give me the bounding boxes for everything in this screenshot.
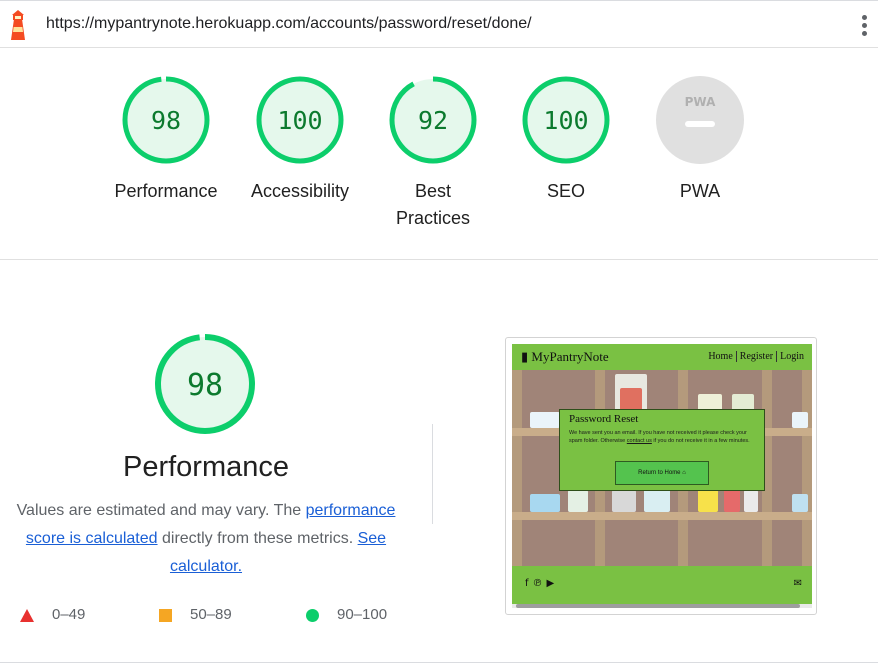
gauge-seo[interactable]: 100 SEO xyxy=(501,75,631,205)
legend-pass: 90–100 xyxy=(306,606,387,623)
nav-register: Register xyxy=(735,351,777,362)
site-brand: ▮ MyPantryNote xyxy=(521,349,609,364)
legend-fail: 0–49 xyxy=(20,606,85,623)
triangle-icon xyxy=(20,608,34,622)
modal-text: We have sent you an email. If you have n… xyxy=(569,430,750,444)
legend-range: 0–49 xyxy=(52,606,86,623)
gauge-accessibility[interactable]: 100 Accessibility xyxy=(235,75,365,205)
desc-text: directly from these metrics. xyxy=(157,530,358,547)
score-gauge: 100 xyxy=(256,76,344,164)
circle-icon xyxy=(306,608,319,622)
home-icon: ⌂ xyxy=(682,470,686,476)
password-reset-card: Password Reset We have sent you an email… xyxy=(559,409,765,491)
performance-title: Performance xyxy=(122,451,289,483)
envelope-icon: ✉ xyxy=(793,578,802,589)
pwa-badge-text: PWA xyxy=(685,95,716,109)
lighthouse-logo-icon xyxy=(11,10,25,40)
gauge-score: 98 xyxy=(151,106,181,135)
performance-gauge: 98 xyxy=(155,334,255,434)
gauge-label: Accessibility xyxy=(250,181,350,201)
screenshot-page: ▮ MyPantryNote Home Register Login Passw… xyxy=(512,344,812,606)
url-bar: https://mypantrynote.herokuapp.com/accou… xyxy=(0,0,878,48)
contact-us-link: contact us xyxy=(626,438,652,444)
pwa-badge: PWA xyxy=(656,76,744,164)
youtube-icon: ▶ xyxy=(546,578,559,589)
gauge-score: 92 xyxy=(418,106,448,135)
nav-login: Login xyxy=(776,351,807,362)
return-home-button: Return to Home ⌂ xyxy=(615,461,709,485)
site-navbar: ▮ MyPantryNote Home Register Login xyxy=(512,344,812,370)
modal-title: Password Reset xyxy=(569,413,639,425)
score-gauge: 98 xyxy=(122,76,210,164)
performance-score: 98 xyxy=(187,368,223,403)
performance-description: Values are estimated and may vary. The p… xyxy=(4,497,408,581)
performance-section: 98 Performance Values are estimated and … xyxy=(0,261,878,661)
dash-icon xyxy=(685,121,715,127)
score-summary: 98 Performance 100 Accessibility 92 Best… xyxy=(0,48,878,260)
divider xyxy=(432,424,433,524)
gauge-score: 100 xyxy=(277,106,322,135)
score-gauge: 100 xyxy=(522,76,610,164)
gauge-label: PWA xyxy=(679,181,721,201)
score-gauge: 92 xyxy=(389,76,477,164)
gauge-best-practices[interactable]: 92 Best Practices xyxy=(368,75,498,232)
gauge-pwa[interactable]: PWA PWA xyxy=(635,75,765,205)
divider xyxy=(0,662,878,663)
social-icons: f℗▶ xyxy=(525,578,558,589)
gauge-score: 100 xyxy=(543,106,588,135)
pinterest-icon: ℗ xyxy=(532,578,547,589)
legend-average: 50–89 xyxy=(159,606,232,623)
site-footer: f℗▶ ✉ xyxy=(512,566,812,606)
facebook-icon: f xyxy=(525,578,533,589)
gauge-label: SEO xyxy=(546,181,585,201)
gauge-label: Performance xyxy=(114,181,218,201)
legend-range: 50–89 xyxy=(190,606,232,623)
screenshot-scrollbar xyxy=(512,604,812,608)
nav-home: Home xyxy=(708,351,733,362)
desc-text: Values are estimated and may vary. The xyxy=(16,502,306,519)
page-url: https://mypantrynote.herokuapp.com/accou… xyxy=(46,15,532,32)
more-options-icon[interactable] xyxy=(860,15,868,37)
gauge-label: Best Practices xyxy=(395,181,471,228)
square-icon xyxy=(159,608,172,622)
site-nav-links: Home Register Login xyxy=(705,351,807,362)
gauge-performance[interactable]: 98 Performance xyxy=(101,75,231,205)
clipboard-icon: ▮ xyxy=(521,349,529,364)
final-screenshot[interactable]: ▮ MyPantryNote Home Register Login Passw… xyxy=(505,337,817,615)
legend-range: 90–100 xyxy=(337,606,388,623)
